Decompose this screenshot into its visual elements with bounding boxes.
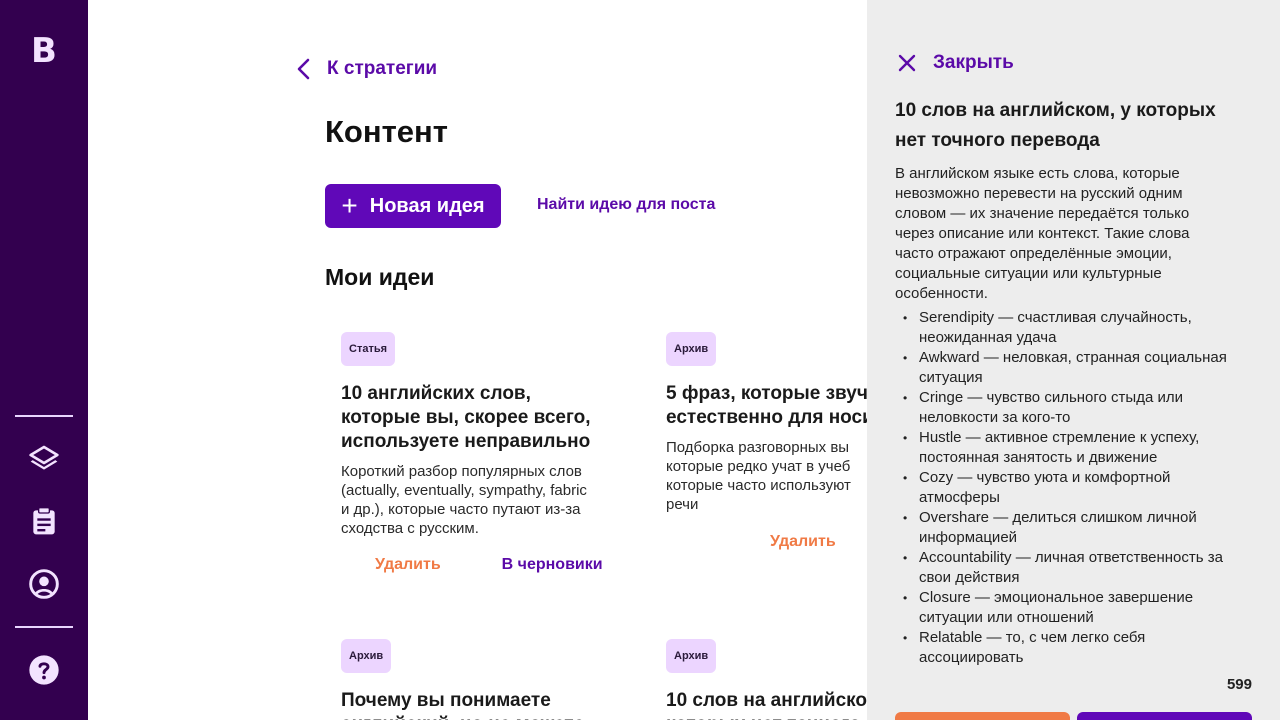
- idea-card-actions: Удалить: [770, 533, 836, 551]
- back-to-strategy-link[interactable]: К стратегии: [293, 56, 437, 82]
- list-item: Cringe — чувство сильного стыда или нело…: [895, 388, 1255, 428]
- help-icon: [29, 655, 59, 685]
- find-idea-link[interactable]: Найти идею для поста: [537, 196, 715, 214]
- list-item: Serendipity — счастливая случайность, не…: [895, 308, 1255, 348]
- idea-type-badge: Архив: [341, 639, 392, 673]
- new-idea-button[interactable]: + Новая идея: [325, 184, 501, 228]
- idea-title: 10 английских слов, которые вы, скорее в…: [341, 383, 591, 452]
- page-title: Контент: [325, 114, 448, 149]
- app-logo[interactable]: B: [30, 34, 58, 68]
- app-window: B К стратегии Контент + Новая идея Найти…: [0, 0, 1280, 720]
- idea-card[interactable]: Архив Почему вы понимаете английский, но…: [341, 639, 611, 720]
- detail-intro: В английском языке есть слова, которые н…: [895, 165, 1190, 302]
- idea-type-badge: Архив: [666, 332, 717, 366]
- idea-type-badge: Статья: [341, 332, 396, 366]
- idea-card-actions: Удалить В черновики: [375, 556, 603, 574]
- idea-title: 10 слов на английско которых нет точного: [666, 690, 867, 720]
- idea-card[interactable]: Архив 10 слов на английско которых нет т…: [666, 639, 867, 720]
- layers-icon: [29, 445, 59, 470]
- sidebar-item-layers[interactable]: [26, 441, 62, 477]
- to-drafts-button[interactable]: В черновики: [502, 556, 603, 574]
- detail-title: 10 слов на английском, у которых нет точ…: [895, 100, 1216, 151]
- section-title: Мои идеи: [325, 264, 435, 290]
- save-idea-button[interactable]: [1077, 712, 1252, 720]
- list-item: Accountability — личная ответственность …: [895, 548, 1255, 588]
- plus-icon: +: [341, 190, 358, 221]
- idea-description: Короткий разбор популярных слов (actuall…: [341, 463, 587, 537]
- list-item: Relatable — то, с чем легко себя ассоции…: [895, 628, 1255, 668]
- idea-detail-panel: Закрыть 10 слов на английском, у которых…: [867, 0, 1280, 720]
- sidebar-item-profile[interactable]: [26, 566, 62, 602]
- idea-title: 5 фраз, которые звуч естественно для нос…: [666, 383, 867, 428]
- sidebar-item-tasks[interactable]: [26, 503, 62, 539]
- close-panel-button[interactable]: Закрыть: [897, 52, 1014, 74]
- detail-word-list: Serendipity — счастливая случайность, не…: [895, 308, 1255, 668]
- list-item: Hustle — активное стремление к успеху, п…: [895, 428, 1255, 468]
- idea-card[interactable]: Статья 10 английских слов, которые вы, с…: [341, 332, 611, 538]
- idea-type-badge: Архив: [666, 639, 717, 673]
- back-link-label: К стратегии: [327, 58, 438, 79]
- close-icon: [898, 54, 916, 72]
- delete-button[interactable]: Удалить: [770, 533, 836, 551]
- list-item: Overshare — делиться слишком личной инфо…: [895, 508, 1255, 548]
- list-item: Cozy — чувство уюта и комфортной атмосфе…: [895, 468, 1255, 508]
- sidebar-item-help[interactable]: [26, 652, 62, 688]
- clipboard-icon: [33, 507, 55, 535]
- content-area: К стратегии Контент + Новая идея Найти и…: [88, 0, 867, 720]
- chevron-left-icon: [297, 58, 310, 80]
- delete-idea-button[interactable]: [895, 712, 1070, 720]
- sidebar-divider: [15, 626, 73, 628]
- idea-description: Подборка разговорных вы которые редко уч…: [666, 439, 851, 513]
- delete-button[interactable]: Удалить: [375, 556, 441, 574]
- list-item: Closure — эмоциональное завершение ситуа…: [895, 588, 1255, 628]
- sidebar: B: [0, 0, 88, 720]
- new-idea-label: Новая идея: [369, 194, 485, 217]
- account-icon: [29, 569, 59, 599]
- close-label: Закрыть: [933, 52, 1014, 73]
- character-count: 599: [1226, 676, 1252, 693]
- idea-title: Почему вы понимаете английский, но не мо…: [341, 690, 584, 720]
- list-item: Awkward — неловкая, странная социальная …: [895, 348, 1255, 388]
- idea-card[interactable]: Архив 5 фраз, которые звуч естественно д…: [666, 332, 867, 514]
- sidebar-divider: [15, 415, 73, 417]
